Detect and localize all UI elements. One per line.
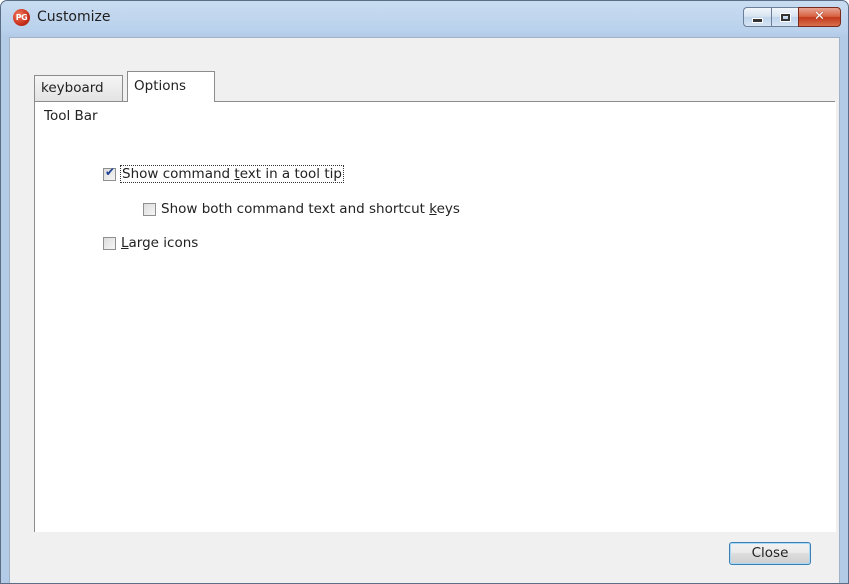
show-command-text-option[interactable]: ✔ Show command text in a tool tip: [103, 164, 344, 183]
show-command-text-checkbox[interactable]: ✔: [103, 164, 116, 181]
toolbar-group-label: Tool Bar: [44, 108, 98, 124]
minimize-icon: [752, 17, 763, 23]
show-shortcut-keys-label[interactable]: Show both command text and shortcut keys: [161, 201, 460, 217]
close-button[interactable]: Close: [729, 542, 811, 565]
title-bar[interactable]: PG Customize ✕: [1, 1, 848, 37]
checkmark-icon: ✔: [104, 164, 116, 179]
close-icon: ✕: [814, 9, 825, 24]
dialog-client-area: keyboard Options Tool Bar ✔ Show command…: [9, 37, 840, 583]
show-shortcut-keys-option[interactable]: Show both command text and shortcut keys: [143, 201, 460, 217]
tab-options[interactable]: Options: [127, 71, 215, 102]
show-command-text-label[interactable]: Show command text in a tool tip: [120, 165, 344, 183]
maximize-button[interactable]: [771, 7, 798, 27]
customize-window: PG Customize ✕ keyboard Options Tool Bar: [0, 0, 849, 584]
window-title: Customize: [37, 9, 111, 25]
large-icons-checkbox[interactable]: [103, 236, 116, 250]
maximize-icon: [780, 13, 790, 21]
large-icons-option[interactable]: Large icons: [103, 235, 198, 251]
show-shortcut-keys-checkbox[interactable]: [143, 202, 156, 216]
tab-keyboard[interactable]: keyboard: [34, 75, 123, 101]
caption-buttons: ✕: [743, 7, 841, 27]
close-window-button[interactable]: ✕: [798, 7, 841, 27]
dialog-footer: [10, 532, 839, 583]
minimize-button[interactable]: [743, 7, 771, 27]
large-icons-label[interactable]: Large icons: [121, 235, 198, 251]
app-logo-icon[interactable]: PG: [13, 9, 30, 26]
